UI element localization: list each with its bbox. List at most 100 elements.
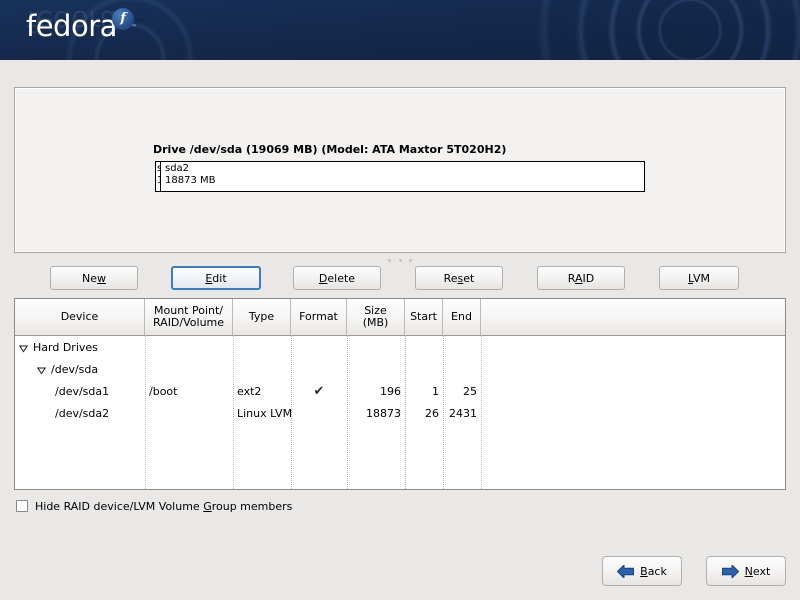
drive-partition-bar[interactable]: sda1 1 sda2 18873 MB xyxy=(155,161,645,192)
column-header-device-line1: Device xyxy=(60,310,99,323)
cell-end xyxy=(443,358,481,380)
partition-segment-sda1[interactable]: sda1 1 xyxy=(156,162,161,191)
hide-raid-lvm-members-row[interactable]: Hide RAID device/LVM Volume Group member… xyxy=(16,498,292,514)
delete-button-label: Delete xyxy=(318,271,356,285)
trademark-mark-secondary: ™ xyxy=(108,32,114,39)
new-button-label: New xyxy=(82,271,106,285)
new-button-mnemonic: w xyxy=(97,271,106,285)
device-name-label: /dev/sda2 xyxy=(55,406,110,420)
edit-button-label: Edit xyxy=(205,271,227,285)
partition-segment-sda1-size: 1 xyxy=(157,175,160,186)
cell-end-text: 25 xyxy=(463,384,477,398)
partition-segment-sda2-name: sda2 xyxy=(165,163,190,174)
column-header-device[interactable]: Device xyxy=(15,299,145,335)
splitter-dot xyxy=(409,258,412,262)
format-check-icon: ✔ xyxy=(313,383,325,399)
partition-table-header-row: Device Mount Point/RAID/Volume Type Format S… xyxy=(15,299,785,336)
cell-type xyxy=(233,358,291,380)
column-header-end-line1: End xyxy=(451,310,472,323)
column-header-start[interactable]: Start xyxy=(405,299,443,335)
delete-button[interactable]: Delete xyxy=(293,266,381,290)
cell-filler xyxy=(481,358,785,380)
partition-table-body: Hard Drives/dev/sda/dev/sda1/boot ext2 ✔ 19… xyxy=(15,336,785,424)
column-header-filler[interactable] xyxy=(481,299,785,335)
cell-start xyxy=(405,336,443,358)
cell-type: Linux LVM xyxy=(233,402,291,424)
table-row[interactable]: Hard Drives xyxy=(15,336,785,358)
column-header-type[interactable]: Type xyxy=(233,299,291,335)
next-button-label: Next xyxy=(744,564,771,578)
splitter-dot xyxy=(388,258,391,262)
reset-button-label: Reset xyxy=(443,271,475,285)
table-row[interactable]: /dev/sda xyxy=(15,358,785,380)
column-header-size[interactable]: Size (MB) xyxy=(347,299,405,335)
back-button-mnemonic: B xyxy=(640,564,648,578)
device-name-label: /dev/sda xyxy=(51,362,99,376)
column-header-end[interactable]: End xyxy=(443,299,481,335)
cell-end: 25 xyxy=(443,380,481,402)
column-header-size-line2: (MB) xyxy=(362,316,389,329)
cell-device: Hard Drives xyxy=(15,336,145,358)
fedora-header-banner: fedora fedora f ™ ™ xyxy=(0,0,800,60)
cell-filler xyxy=(481,380,785,402)
table-row[interactable]: /dev/sda1/boot ext2 ✔ 196 1 25 xyxy=(15,380,785,402)
raid-button[interactable]: RAID xyxy=(537,266,625,290)
cell-format xyxy=(291,358,347,380)
trademark-mark-primary: ™ xyxy=(131,24,137,31)
partition-segment-sda2[interactable]: sda2 18873 MB xyxy=(162,162,644,191)
hide-raid-lvm-members-checkbox[interactable] xyxy=(16,500,28,512)
cell-device: /dev/sda1 xyxy=(15,380,145,402)
column-header-mount[interactable]: Mount Point/RAID/Volume xyxy=(145,299,233,335)
reset-button[interactable]: Reset xyxy=(415,266,503,290)
column-separator xyxy=(347,335,348,489)
cell-mount-text: /boot xyxy=(149,384,178,398)
cell-device: /dev/sda2 xyxy=(15,402,145,424)
lvm-button-label: LVM xyxy=(688,271,710,285)
arrow-right-icon xyxy=(721,564,739,578)
column-separator xyxy=(481,335,482,489)
cell-type: ext2 xyxy=(233,380,291,402)
cell-start: 1 xyxy=(405,380,443,402)
cell-end xyxy=(443,336,481,358)
back-button-label: Back xyxy=(640,564,667,578)
column-header-format[interactable]: Format xyxy=(291,299,347,335)
hide-label-text-before: Hide RAID device/LVM Volume xyxy=(35,499,204,513)
cell-type-text: ext2 xyxy=(237,384,262,398)
lvm-button[interactable]: LVM xyxy=(659,266,739,290)
device-name-label: Hard Drives xyxy=(33,340,98,354)
tree-expander-expanded-icon[interactable] xyxy=(19,344,28,353)
cell-end-text: 2431 xyxy=(449,406,477,420)
cell-mount xyxy=(145,358,233,380)
raid-button-mnemonic: A xyxy=(574,271,583,285)
hide-raid-lvm-members-label: Hide RAID device/LVM Volume Group member… xyxy=(35,500,292,513)
table-row[interactable]: /dev/sda2 Linux LVM 18873 26 2431 xyxy=(15,402,785,424)
column-separator xyxy=(291,335,292,489)
pane-splitter-handle[interactable] xyxy=(388,257,412,263)
fedora-logo-text: fedora xyxy=(26,9,117,43)
cell-format: ✔ xyxy=(291,380,347,402)
cell-size xyxy=(347,336,405,358)
cell-end: 2431 xyxy=(443,402,481,424)
partition-action-button-row: New Edit Delete Reset RAID LVM xyxy=(14,266,786,290)
device-name-label: /dev/sda1 xyxy=(55,384,110,398)
next-button[interactable]: Next xyxy=(706,556,786,586)
cell-size-text: 18873 xyxy=(366,406,401,420)
cell-device: /dev/sda xyxy=(15,358,145,380)
new-button[interactable]: New xyxy=(50,266,138,290)
cell-filler xyxy=(481,336,785,358)
edit-button[interactable]: Edit xyxy=(171,266,261,290)
drive-graphical-panel: Drive /dev/sda (19069 MB) (Model: ATA Ma… xyxy=(14,87,786,253)
cell-type-text: Linux LVM xyxy=(237,406,291,420)
cell-start xyxy=(405,358,443,380)
back-button[interactable]: Back xyxy=(602,556,682,586)
column-header-start-line1: Start xyxy=(410,310,437,323)
hide-label-text-after: roup members xyxy=(211,499,293,513)
splitter-dot xyxy=(398,258,402,262)
cell-format xyxy=(291,336,347,358)
column-separator xyxy=(145,335,146,489)
arrow-left-icon xyxy=(617,564,635,578)
cell-mount: /boot xyxy=(145,380,233,402)
tree-expander-expanded-icon[interactable] xyxy=(37,366,46,375)
column-header-type-line1: Type xyxy=(248,310,275,323)
partition-table[interactable]: Device Mount Point/RAID/Volume Type Format S… xyxy=(14,298,786,490)
